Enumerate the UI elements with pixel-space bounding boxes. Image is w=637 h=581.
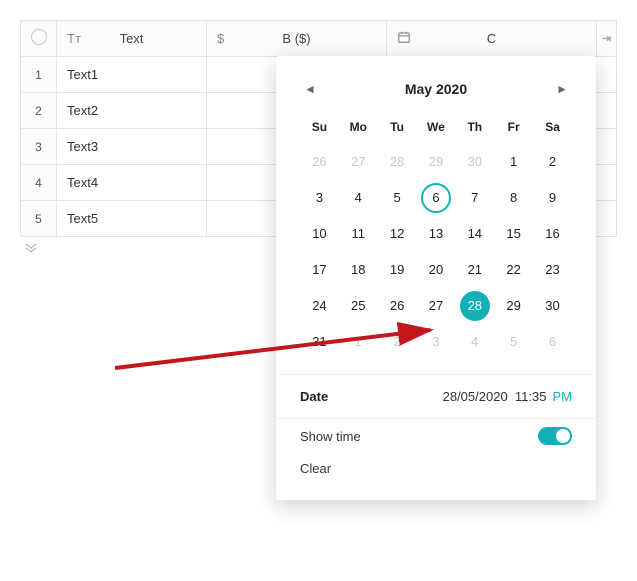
calendar-day[interactable]: 20 [421, 255, 451, 285]
add-column-button[interactable]: ⇥ [597, 21, 617, 57]
calendar-day[interactable]: 24 [304, 291, 334, 321]
row-number[interactable]: 2 [21, 93, 57, 129]
date-label: Date [300, 389, 328, 404]
show-time-label: Show time [300, 429, 361, 444]
calendar-day[interactable]: 12 [382, 219, 412, 249]
calendar-day-selected[interactable]: 28 [460, 291, 490, 321]
weekday-header: Fr [494, 114, 533, 144]
calendar-day[interactable]: 2 [382, 327, 412, 357]
select-all-circle-icon [31, 29, 47, 45]
calendar-day[interactable]: 7 [460, 183, 490, 213]
column-header-label: Text [120, 31, 144, 46]
calendar-day[interactable]: 1 [343, 327, 373, 357]
row-number[interactable]: 1 [21, 57, 57, 93]
calendar-day[interactable]: 27 [343, 147, 373, 177]
date-type-icon [397, 30, 411, 47]
calendar-day[interactable]: 17 [304, 255, 334, 285]
calendar-day[interactable]: 3 [304, 183, 334, 213]
calendar-day[interactable]: 9 [538, 183, 568, 213]
calendar-day[interactable]: 27 [421, 291, 451, 321]
calendar-day[interactable]: 30 [538, 291, 568, 321]
weekday-header: Th [455, 114, 494, 144]
select-all-cell[interactable] [21, 21, 57, 57]
text-type-icon: Tᴛ [67, 31, 81, 46]
column-header-text[interactable]: Tᴛ Text [57, 21, 207, 57]
calendar-day[interactable]: 22 [499, 255, 529, 285]
calendar-day[interactable]: 16 [538, 219, 568, 249]
row-number[interactable]: 4 [21, 165, 57, 201]
currency-type-icon: $ [217, 31, 224, 46]
clear-button[interactable]: Clear [300, 461, 331, 476]
column-header-label: B ($) [282, 31, 310, 46]
calendar-day[interactable]: 14 [460, 219, 490, 249]
date-value[interactable]: 28/05/2020 [443, 389, 508, 404]
ampm-toggle[interactable]: PM [553, 389, 573, 404]
weekday-header: Mo [339, 114, 378, 144]
calendar-day-today[interactable]: 6 [421, 183, 451, 213]
cell-text[interactable]: Text4 [57, 165, 207, 201]
calendar-day[interactable]: 5 [382, 183, 412, 213]
prev-month-button[interactable]: ◄ [300, 78, 320, 100]
show-time-toggle[interactable] [538, 427, 572, 445]
calendar-day[interactable]: 15 [499, 219, 529, 249]
calendar-day[interactable]: 8 [499, 183, 529, 213]
weekday-header: Tu [378, 114, 417, 144]
calendar-day[interactable]: 4 [460, 327, 490, 357]
date-output-row: Date 28/05/2020 11:35 PM [300, 375, 572, 414]
calendar-day[interactable]: 4 [343, 183, 373, 213]
calendar-grid: SuMoTuWeThFrSa 2627282930123456789101112… [300, 114, 572, 360]
calendar-day[interactable]: 10 [304, 219, 334, 249]
calendar-day[interactable]: 6 [538, 327, 568, 357]
calendar-day[interactable]: 26 [304, 147, 334, 177]
calendar-day[interactable]: 11 [343, 219, 373, 249]
calendar-day[interactable]: 23 [538, 255, 568, 285]
calendar-day[interactable]: 13 [421, 219, 451, 249]
weekday-header: Sa [533, 114, 572, 144]
cell-text[interactable]: Text5 [57, 201, 207, 237]
calendar-day[interactable]: 3 [421, 327, 451, 357]
calendar-day[interactable]: 28 [382, 147, 412, 177]
calendar-day[interactable]: 1 [499, 147, 529, 177]
column-header-c[interactable]: C [387, 21, 597, 57]
weekday-header: Su [300, 114, 339, 144]
date-picker-popover: ◄ May 2020 ► SuMoTuWeThFrSa 262728293012… [276, 56, 596, 500]
calendar-day[interactable]: 5 [499, 327, 529, 357]
calendar-day[interactable]: 21 [460, 255, 490, 285]
weekday-header: We [417, 114, 456, 144]
next-month-button[interactable]: ► [552, 78, 572, 100]
cell-text[interactable]: Text3 [57, 129, 207, 165]
column-header-label: C [487, 31, 496, 46]
calendar-day[interactable]: 29 [499, 291, 529, 321]
cell-text[interactable]: Text2 [57, 93, 207, 129]
calendar-day[interactable]: 19 [382, 255, 412, 285]
add-row-button[interactable] [20, 239, 42, 257]
calendar-day[interactable]: 18 [343, 255, 373, 285]
cell-text[interactable]: Text1 [57, 57, 207, 93]
calendar-day[interactable]: 26 [382, 291, 412, 321]
calendar-day[interactable]: 29 [421, 147, 451, 177]
calendar-day[interactable]: 30 [460, 147, 490, 177]
column-header-b[interactable]: $ B ($) [207, 21, 387, 57]
calendar-day[interactable]: 2 [538, 147, 568, 177]
row-number[interactable]: 5 [21, 201, 57, 237]
time-value[interactable]: 11:35 [515, 389, 547, 404]
calendar-day[interactable]: 31 [304, 327, 334, 357]
calendar-day[interactable]: 25 [343, 291, 373, 321]
month-year-title[interactable]: May 2020 [405, 81, 467, 97]
row-number[interactable]: 3 [21, 129, 57, 165]
